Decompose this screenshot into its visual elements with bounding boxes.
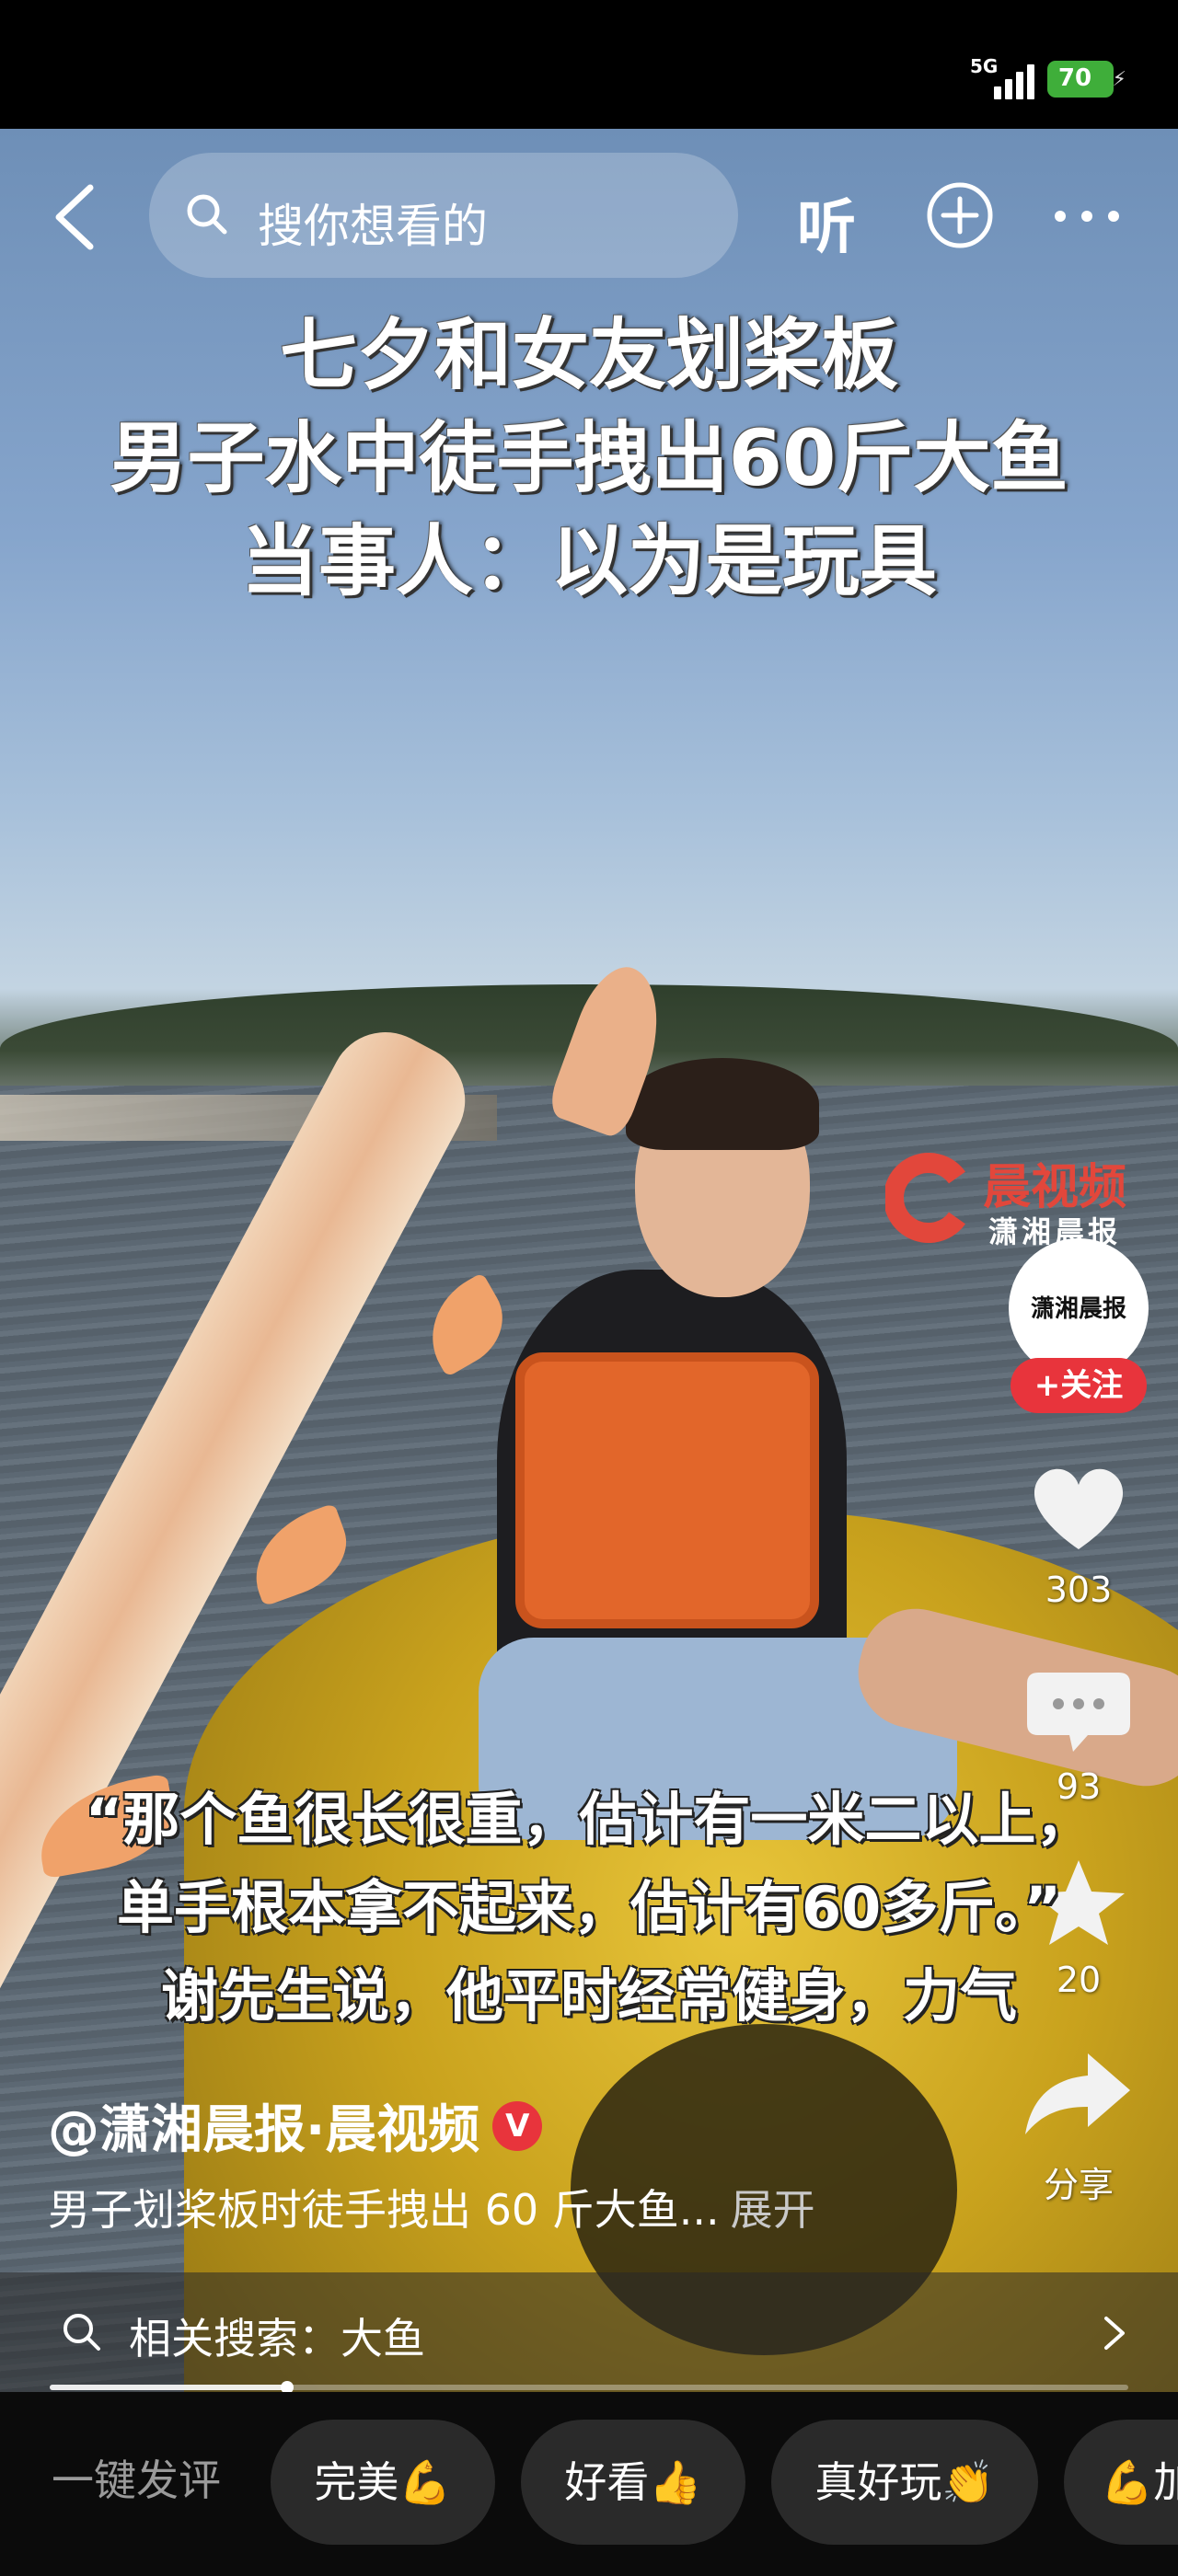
author-name[interactable]: @潇湘晨报·晨视频 (48, 2100, 479, 2160)
video-scene-life-vest (515, 1352, 819, 1628)
subtitle-line: 单手根本拿不起来，估计有60多斤。” (116, 1874, 1062, 1941)
battery-icon: 70 ⚡ (1047, 61, 1126, 98)
verified-badge: V (492, 2100, 543, 2151)
quick-comment-label: 一键发评 (52, 2455, 221, 2505)
avatar-logo-text: 潇湘晨报 (1030, 1295, 1126, 1323)
quick-comment-chip[interactable]: 真好玩👏 (771, 2420, 1038, 2545)
search-placeholder: 搜你想看的 (258, 200, 488, 253)
video-description[interactable]: 男子划桨板时徒手拽出 60 斤大鱼... 展开 (48, 2177, 815, 2237)
quick-comment-row: 一键发评 完美💪 好看👍 真好玩👏 💪加油 (0, 2392, 1178, 2576)
channel-watermark: 晨视频 潇湘晨报 (885, 1146, 1152, 1257)
subtitle-line: “那个鱼很长很重，估计有一米二以上， (85, 1786, 1093, 1853)
related-search-text: 相关搜索：大鱼 (129, 2314, 425, 2363)
like-button[interactable]: 303 (1012, 1463, 1145, 1610)
quick-comment-chip[interactable]: 完美💪 (271, 2420, 495, 2545)
headline-line: 当事人：以为是玩具 (240, 516, 937, 606)
video-scene-hair (626, 1058, 819, 1150)
heart-icon (1034, 1468, 1124, 1549)
search-icon (64, 2314, 100, 2351)
listen-button[interactable]: 听 (797, 180, 856, 265)
share-label: 分享 (1043, 2165, 1114, 2205)
back-arrow-icon (55, 184, 94, 250)
signal-icon (970, 55, 1034, 99)
headline-line: 七夕和女友划桨板 (279, 310, 898, 400)
chevron-right-icon (1104, 2317, 1125, 2350)
like-count: 303 (1045, 1570, 1113, 1610)
expand-link[interactable]: 展开 (731, 2185, 815, 2235)
more-icon[interactable] (1053, 202, 1121, 230)
video-headline: 七夕和女友划桨板 男子水中徒手拽出60斤大鱼 当事人：以为是玩具 (0, 304, 1178, 613)
search-icon (187, 194, 227, 235)
share-button[interactable]: 分享 (1012, 2048, 1145, 2205)
related-search-bar[interactable]: 相关搜索：大鱼 (0, 2272, 1178, 2392)
description-text: 男子划桨板时徒手拽出 60 斤大鱼... (48, 2185, 720, 2235)
follow-button[interactable]: +关注 (1011, 1358, 1147, 1413)
quick-comment-chip[interactable]: 💪加油 (1064, 2420, 1178, 2545)
video-progress-bar[interactable] (50, 2381, 1128, 2394)
subtitle-line: 谢先生说，他平时经常健身，力气 (160, 1962, 1017, 2030)
video-subtitle: “那个鱼很长很重，估计有一米二以上， 单手根本拿不起来，估计有60多斤。” 谢先… (0, 1776, 1178, 2041)
watermark-title: 晨视频 (983, 1160, 1127, 1215)
quick-comment-chip[interactable]: 好看👍 (521, 2420, 745, 2545)
add-icon[interactable] (925, 180, 995, 250)
channel-logo-icon (885, 1153, 965, 1243)
battery-level: 70 (1057, 64, 1092, 92)
search-input[interactable]: 搜你想看的 (149, 153, 738, 278)
back-button[interactable] (46, 180, 110, 254)
progress-played (50, 2385, 287, 2390)
charging-icon: ⚡ (1112, 68, 1126, 91)
comment-icon (1027, 1673, 1130, 1752)
share-arrow-icon (1025, 2053, 1130, 2134)
author-row[interactable]: @潇湘晨报·晨视频 V (48, 2088, 543, 2162)
headline-line: 男子水中徒手拽出60斤大鱼 (110, 413, 1068, 503)
status-bar: 5G 70 ⚡ (0, 0, 1178, 129)
